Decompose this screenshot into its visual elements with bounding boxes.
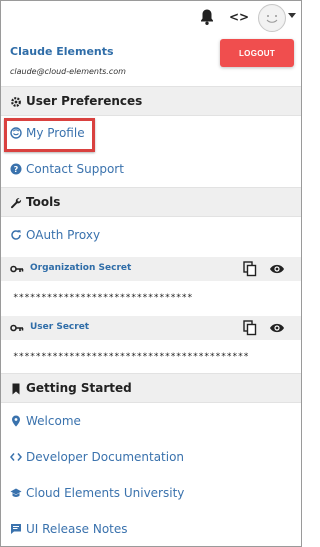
section-title: Getting Started [26,381,132,395]
menu-item-label: Cloud Elements University [26,486,185,500]
menu-item-label: Welcome [26,414,81,428]
secret-title: Organization Secret [30,263,132,273]
menu-item-label: UI Release Notes [26,522,128,536]
map-pin-icon [12,415,20,427]
menu-item-label: OAuth Proxy [26,228,101,242]
eye-icon[interactable] [269,263,285,275]
avatar[interactable] [258,4,286,32]
wrench-icon [11,198,22,209]
gear-icon [11,97,21,107]
menu-item-label: Developer Documentation [26,450,185,464]
user-secret-value: ****************************************… [13,352,249,362]
section-getting-started: Getting Started [1,373,301,403]
organization-secret-value: ******************************** [13,293,193,303]
menu-item-oauth-proxy[interactable]: OAuth Proxy [1,222,301,250]
menu-item-welcome[interactable]: Welcome [1,408,301,436]
menu-item-contact-support[interactable]: ? Contact Support [1,156,301,184]
logout-button[interactable]: LOGOUT [220,39,294,67]
question-icon: ? [10,163,22,175]
graduation-cap-icon [10,488,22,497]
bell-icon[interactable] [200,8,214,26]
key-icon [10,324,24,332]
top-bar: <> [1,1,301,35]
menu-item-label: Contact Support [26,162,124,176]
section-title: Tools [26,195,61,209]
user-secret-bar: User Secret [1,316,301,340]
chevron-down-icon[interactable] [288,13,296,18]
key-icon [10,265,24,273]
menu-item-developer-documentation[interactable]: Developer Documentation [1,444,301,472]
user-menu-panel: <> Claude Elements claude@cloud-elements… [0,0,302,547]
user-name: Claude Elements [10,45,114,58]
bookmark-icon [12,383,20,395]
refresh-icon [11,230,21,240]
section-user-preferences: User Preferences [1,86,301,116]
menu-item-ui-release-notes[interactable]: UI Release Notes [1,516,301,544]
selection-highlight [4,118,95,152]
copy-icon[interactable] [243,320,257,336]
svg-text:?: ? [14,165,19,174]
code-icon[interactable]: <> [229,8,249,26]
section-title: User Preferences [26,94,143,108]
menu-item-cloud-elements-university[interactable]: Cloud Elements University [1,480,301,508]
section-tools: Tools [1,187,301,217]
secret-title: User Secret [30,322,90,332]
code-icon [10,453,22,461]
chat-icon [11,524,21,534]
organization-secret-bar: Organization Secret [1,257,301,281]
eye-icon[interactable] [269,322,285,334]
copy-icon[interactable] [243,261,257,277]
user-email: claude@cloud-elements.com [10,67,126,76]
